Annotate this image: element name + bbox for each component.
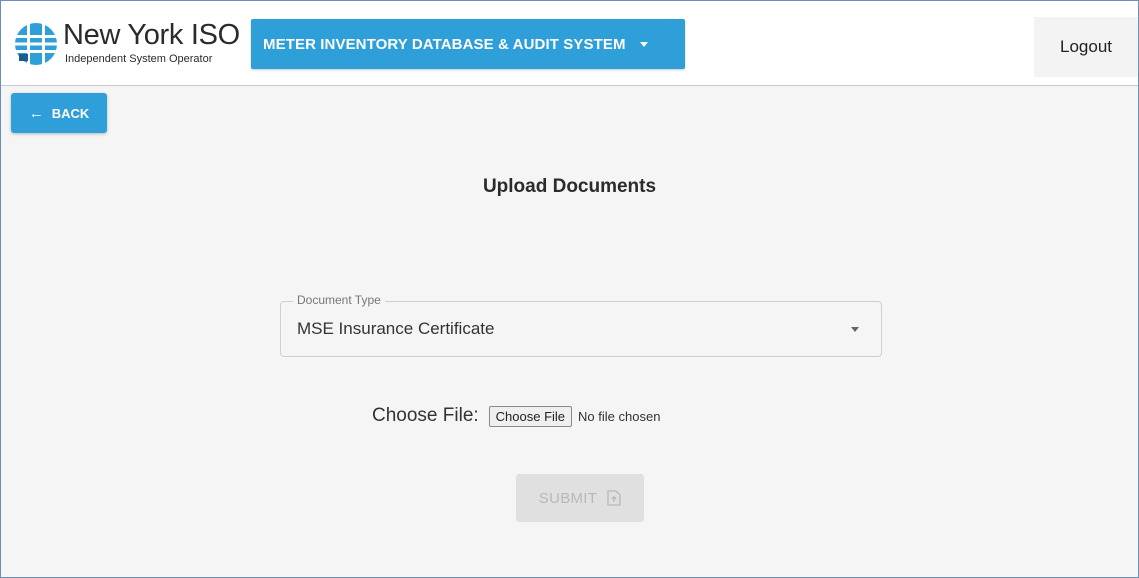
file-status-text: No file chosen: [578, 408, 661, 424]
app-menu-button[interactable]: METER INVENTORY DATABASE & AUDIT SYSTEM: [251, 19, 685, 69]
caret-down-icon: [639, 41, 648, 47]
caret-down-icon: [851, 327, 859, 332]
nyiso-globe-icon: [15, 23, 57, 65]
submit-button[interactable]: SUBMIT: [516, 474, 644, 522]
file-chooser-row: Choose File: Choose File No file chosen: [372, 401, 660, 431]
logout-button[interactable]: Logout: [1034, 17, 1138, 77]
choose-file-button[interactable]: Choose File: [488, 405, 573, 427]
header-bar: New York ISO Independent System Operator…: [1, 1, 1138, 86]
document-type-label: Document Type: [293, 293, 385, 307]
page-title: Upload Documents: [482, 176, 657, 197]
document-type-value: MSE Insurance Certificate: [297, 319, 495, 338]
app-window: New York ISO Independent System Operator…: [0, 0, 1139, 578]
back-button[interactable]: ← BACK: [11, 93, 107, 133]
submit-button-label: SUBMIT: [538, 489, 598, 507]
choose-file-label: Choose File:: [372, 405, 479, 426]
nyiso-logo[interactable]: New York ISO Independent System Operator: [13, 19, 240, 69]
app-menu-label: METER INVENTORY DATABASE & AUDIT SYSTEM: [263, 35, 626, 53]
arrow-left-icon: ←: [28, 104, 44, 122]
back-button-label: BACK: [51, 105, 90, 121]
document-type-select[interactable]: Document Type MSE Insurance Certificate: [280, 293, 882, 357]
logo-subtitle: Independent System Operator: [65, 53, 213, 65]
file-upload-icon: [607, 490, 621, 506]
logo-name: New York ISO: [63, 19, 240, 51]
